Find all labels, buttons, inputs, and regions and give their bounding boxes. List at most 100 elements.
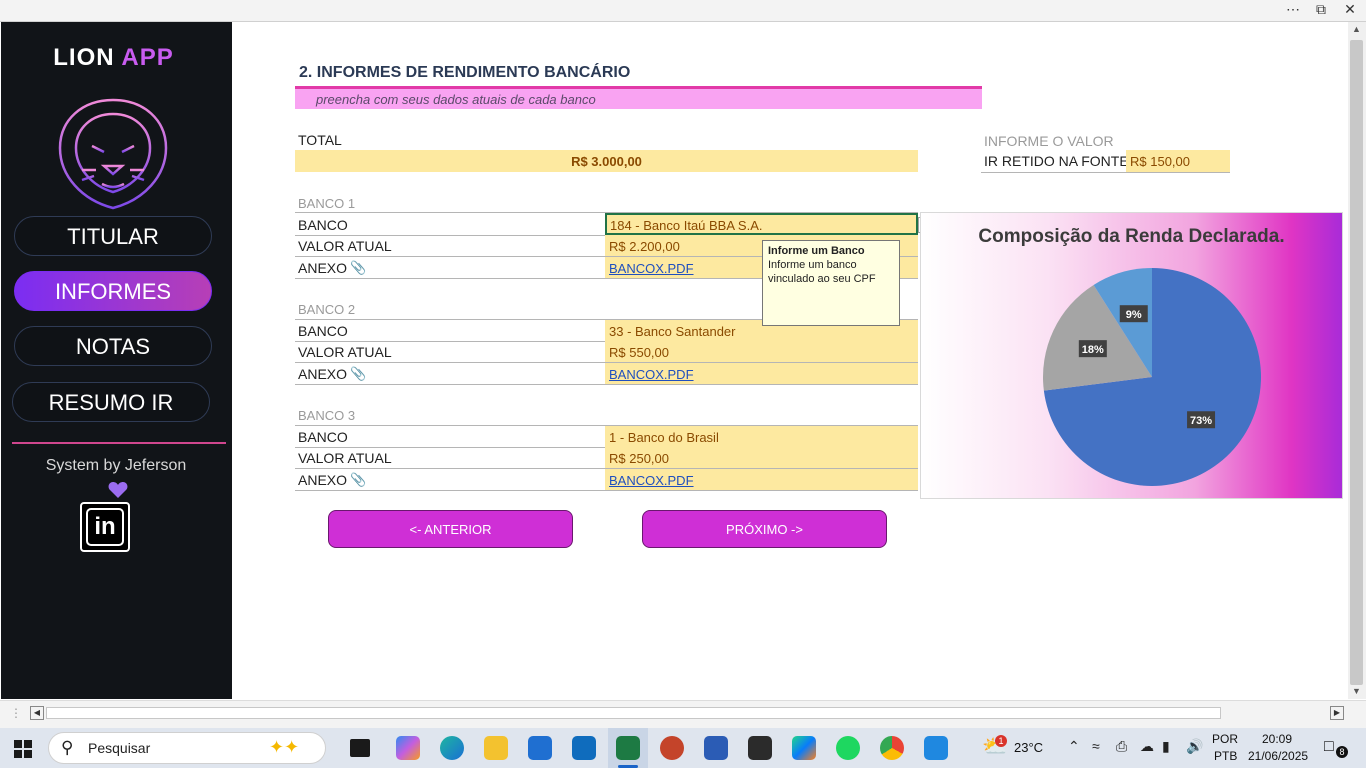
page-title: 2. INFORMES DE RENDIMENTO BANCÁRIO: [299, 64, 631, 81]
pie-chart[interactable]: Composição da Renda Declarada. 73% 18% 9%: [920, 212, 1343, 499]
bank-1-valor-value: R$ 2.200,00: [609, 239, 680, 254]
nav-resumo-ir-button[interactable]: RESUMO IR: [12, 382, 210, 422]
validation-tooltip: Informe um Banco Informe um banco vincul…: [762, 240, 900, 326]
copilot-icon[interactable]: [396, 736, 420, 760]
notification-count: 8: [1336, 746, 1348, 758]
linkedin-icon[interactable]: in: [80, 502, 130, 552]
chrome-icon[interactable]: [880, 736, 904, 760]
task-view-icon[interactable]: [350, 739, 370, 757]
clock-time[interactable]: 20:09: [1262, 732, 1292, 746]
bank-3-valor-value: R$ 250,00: [609, 451, 669, 466]
restore-icon[interactable]: ⧉: [1307, 1, 1335, 18]
chevron-up-icon[interactable]: ⌃: [1068, 738, 1080, 755]
bank-3-banco-label: BANCO: [298, 429, 348, 445]
nav-informes-button[interactable]: INFORMES: [14, 271, 212, 311]
heart-icon: [108, 482, 128, 498]
device-icon[interactable]: ⎙: [1116, 738, 1127, 755]
bank-3-valor-cell[interactable]: R$ 250,00: [605, 447, 918, 468]
pie-label-2: 18%: [1078, 340, 1107, 358]
powerpoint-icon[interactable]: [660, 736, 684, 760]
linkedin-text: in: [86, 508, 124, 546]
word-icon[interactable]: [704, 736, 728, 760]
outlook-icon[interactable]: [572, 736, 596, 760]
scroll-up-icon[interactable]: ▲: [1352, 24, 1361, 34]
vertical-scrollbar[interactable]: ▲ ▼: [1348, 22, 1366, 699]
pie-svg: 73% 18% 9%: [1043, 268, 1261, 487]
bank-2-valor-label: VALOR ATUAL: [298, 344, 392, 360]
scroll-down-icon[interactable]: ▼: [1352, 686, 1361, 696]
bank-1-header: BANCO 1: [298, 196, 356, 211]
windows-start-icon[interactable]: [14, 740, 32, 758]
clock-date[interactable]: 21/06/2025: [1248, 749, 1308, 763]
bank-2-valor-value: R$ 550,00: [609, 345, 669, 360]
horizontal-scrollbar[interactable]: ⋮ ◀ ▶: [0, 700, 1366, 728]
system-by-text: System by Jeferson: [45, 457, 187, 474]
battery-icon[interactable]: ▮: [1162, 738, 1170, 755]
bank-3-valor-row: VALOR ATUAL R$ 250,00: [295, 447, 918, 469]
bank-3-anexo-row: ANEXO 📎 BANCOX.PDF: [295, 469, 918, 491]
ir-value: R$ 150,00: [1130, 154, 1190, 169]
bank-3-anexo-link[interactable]: BANCOX.PDF: [609, 473, 694, 488]
weather-temp[interactable]: 23°C: [1014, 740, 1043, 755]
search-icon: ⚲: [61, 738, 74, 757]
bank-1-banco-select[interactable]: 184 - Banco Itaú BBA S.A.: [605, 213, 918, 235]
total-cell[interactable]: R$ 3.000,00: [295, 150, 918, 172]
bank-2-valor-cell[interactable]: R$ 550,00: [605, 341, 918, 362]
bank-3-banco-row: BANCO 1 - Banco do Brasil: [295, 425, 918, 448]
bank-1-banco-row: BANCO 184 - Banco Itaú BBA S.A.: [295, 212, 918, 236]
bank-1-banco-value: 184 - Banco Itaú BBA S.A.: [610, 218, 763, 233]
nav-titular-button[interactable]: TITULAR: [14, 216, 212, 256]
search-placeholder: Pesquisar: [88, 740, 151, 756]
scroll-thumb[interactable]: [1350, 40, 1363, 685]
scroll-right-icon[interactable]: ▶: [1330, 706, 1344, 720]
bank-1-valor-label: VALOR ATUAL: [298, 238, 392, 254]
store-icon[interactable]: [528, 736, 552, 760]
bank-2-anexo-label: ANEXO: [298, 366, 348, 382]
tooltip-body: Informe um banco vinculado ao seu CPF: [768, 259, 876, 285]
lion-logo-icon: [58, 98, 168, 210]
proximo-button[interactable]: PRÓXIMO ->: [642, 510, 887, 548]
bank-3-valor-label: VALOR ATUAL: [298, 450, 392, 466]
lang-primary[interactable]: POR: [1212, 732, 1238, 746]
anterior-button[interactable]: <- ANTERIOR: [328, 510, 573, 548]
lang-secondary[interactable]: PTB: [1214, 749, 1237, 763]
bank-3-anexo-cell[interactable]: BANCOX.PDF: [605, 469, 918, 490]
bank-1-anexo-link[interactable]: BANCOX.PDF: [609, 261, 694, 276]
wifi-icon[interactable]: ≈: [1092, 738, 1100, 754]
spotify-icon[interactable]: [836, 736, 860, 760]
total-label: TOTAL: [298, 132, 342, 148]
sparkle-icon: ✦✦: [269, 737, 300, 757]
file-explorer-icon[interactable]: [484, 736, 508, 760]
terminal-icon[interactable]: [748, 736, 772, 760]
svg-text:18%: 18%: [1082, 344, 1104, 356]
volume-icon[interactable]: 🔊: [1186, 738, 1203, 755]
search-box[interactable]: ⚲ Pesquisar ✦✦: [48, 732, 326, 764]
cloud-icon[interactable]: ☁: [1140, 738, 1154, 755]
bank-2-banco-label: BANCO: [298, 323, 348, 339]
svg-text:73%: 73%: [1190, 415, 1212, 427]
hscroll-thumb[interactable]: [46, 707, 1221, 719]
edge-icon[interactable]: [440, 736, 464, 760]
close-icon[interactable]: ✕: [1336, 1, 1364, 18]
excel-icon[interactable]: [616, 736, 640, 760]
notification-icon[interactable]: □: [1324, 738, 1334, 756]
vscode-icon[interactable]: [924, 736, 948, 760]
bank-3-header: BANCO 3: [298, 408, 356, 423]
bank-3-banco-select[interactable]: 1 - Banco do Brasil: [605, 426, 918, 447]
pie-label-3: 9%: [1119, 305, 1148, 323]
bank-2-header: BANCO 2: [298, 302, 356, 317]
bank-2-anexo-cell[interactable]: BANCOX.PDF: [605, 363, 918, 384]
nav-notas-button[interactable]: NOTAS: [14, 326, 212, 366]
more-options-icon[interactable]: ⋯: [1279, 1, 1307, 18]
pie-label-1: 73%: [1187, 411, 1216, 429]
ir-row: IR RETIDO NA FONTE R$ 150,00: [981, 150, 1230, 173]
intellij-icon[interactable]: [792, 736, 816, 760]
split-handle-icon[interactable]: ⋮: [10, 706, 22, 720]
app-logo-text: LION APP: [53, 44, 174, 71]
ir-value-cell[interactable]: R$ 150,00: [1126, 150, 1230, 172]
bank-3-banco-value: 1 - Banco do Brasil: [609, 430, 719, 445]
scroll-left-icon[interactable]: ◀: [30, 706, 44, 720]
bank-2-banco-value: 33 - Banco Santander: [609, 324, 736, 339]
bank-2-anexo-row: ANEXO 📎 BANCOX.PDF: [295, 363, 918, 385]
bank-2-anexo-link[interactable]: BANCOX.PDF: [609, 367, 694, 382]
